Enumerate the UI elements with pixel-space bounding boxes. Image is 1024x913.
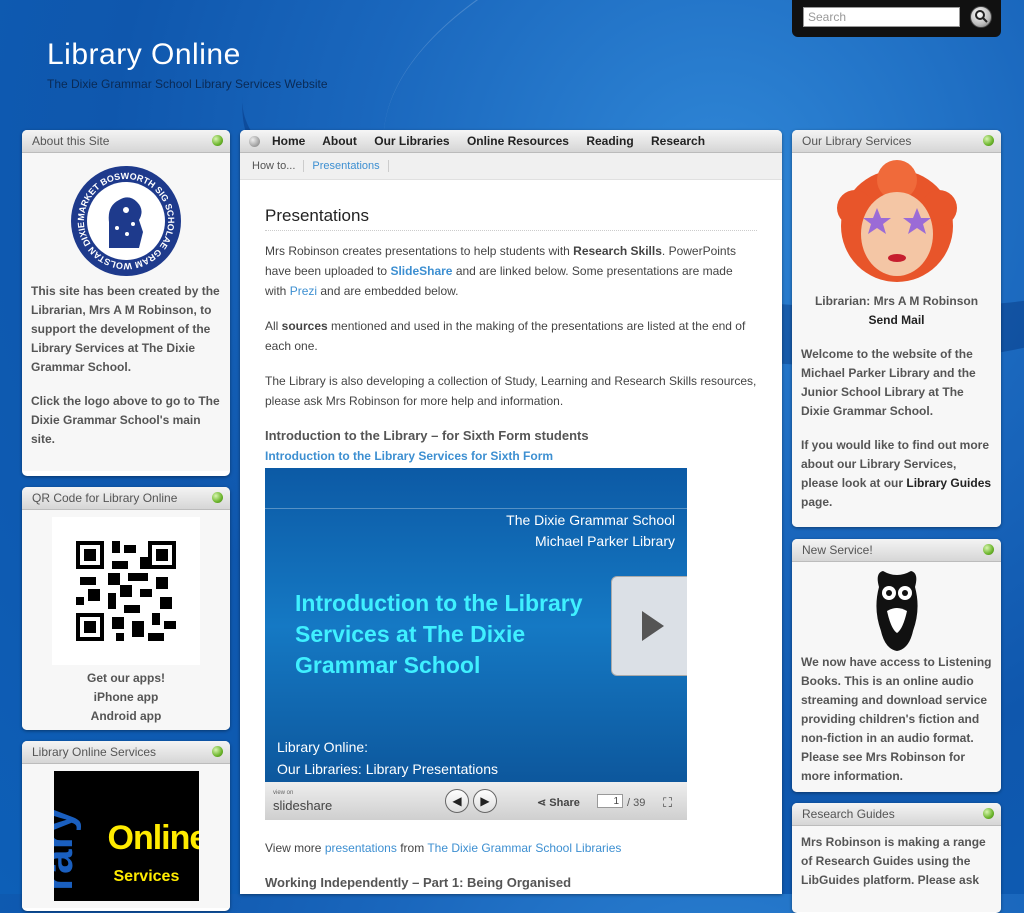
- search-input[interactable]: [803, 7, 960, 27]
- logo-word-rary: rary: [53, 807, 82, 891]
- nav-reading[interactable]: Reading: [586, 134, 633, 148]
- nav-our-libraries[interactable]: Our Libraries: [374, 134, 449, 148]
- panel-header: New Service!: [792, 539, 1001, 562]
- about-logo-hint: Click the logo above to go to The Dixie …: [31, 394, 220, 446]
- view-more-line: View more presentations from The Dixie G…: [265, 841, 622, 855]
- share-icon: ⋖: [537, 797, 547, 809]
- slideshare-logo[interactable]: view on slideshare: [273, 790, 332, 816]
- search-bar: [792, 0, 1001, 37]
- guides-text: If you would like to find out more about…: [801, 438, 992, 509]
- logo-word-services: Services: [113, 868, 180, 885]
- new-service-text: We now have access to Listening Books. T…: [801, 655, 992, 783]
- next-slide-button[interactable]: ▶: [473, 789, 497, 813]
- panel-title: About this Site: [32, 134, 110, 148]
- listening-books-owl-logo[interactable]: [873, 569, 921, 653]
- page-total: / 39: [627, 797, 646, 809]
- qr-panel: QR Code for Library Online Get our apps!…: [22, 487, 230, 730]
- owl-icon: [875, 571, 918, 651]
- research-guides-panel: Research Guides Mrs Robinson is making a…: [792, 803, 1001, 913]
- new-service-panel: New Service! We now have access to Liste…: [792, 539, 1001, 792]
- slide-footer-1: Library Online:: [277, 739, 369, 755]
- librarian-avatar: [833, 160, 961, 288]
- lion-icon: [108, 197, 143, 248]
- sources-paragraph: All sources mentioned and used in the ma…: [265, 319, 746, 353]
- page-number-input[interactable]: 1: [597, 794, 623, 808]
- status-dot-icon: [983, 808, 994, 819]
- search-button[interactable]: [970, 6, 992, 28]
- panel-header: Library Online Services: [22, 741, 230, 764]
- presentations-link[interactable]: presentations: [325, 841, 397, 855]
- panel-title: Our Library Services: [802, 134, 912, 148]
- prezi-link[interactable]: Prezi: [290, 284, 317, 298]
- play-button[interactable]: [611, 576, 687, 676]
- chevron-left-icon: ◀: [452, 794, 462, 808]
- intro-paragraph: Mrs Robinson creates presentations to he…: [265, 244, 736, 298]
- qr-code-icon: [76, 541, 176, 641]
- share-button[interactable]: ⋖ Share: [537, 793, 580, 813]
- slide-footer-2: Our Libraries: Library Presentations: [277, 761, 498, 777]
- breadcrumb: How to... Presentations: [240, 153, 782, 180]
- play-icon: [642, 611, 664, 641]
- nav-dot-icon: [249, 136, 260, 147]
- nav-research[interactable]: Research: [651, 134, 705, 148]
- status-dot-icon: [983, 544, 994, 555]
- panel-header: QR Code for Library Online: [22, 487, 230, 510]
- status-dot-icon: [212, 746, 223, 757]
- librarian-name: Librarian: Mrs A M Robinson: [814, 294, 979, 308]
- school-libraries-link[interactable]: The Dixie Grammar School Libraries: [427, 841, 621, 855]
- page-title: Presentations: [265, 206, 757, 231]
- panel-title: New Service!: [802, 543, 873, 557]
- slideshare-link[interactable]: SlideShare: [390, 264, 452, 278]
- breadcrumb-separator: [303, 160, 305, 173]
- chevron-right-icon: ▶: [480, 794, 490, 808]
- about-panel: About this Site MARKET BOSWORTH SIG SCHO…: [22, 130, 230, 476]
- collection-paragraph: The Library is also developing a collect…: [265, 374, 757, 408]
- player-controls: view on slideshare ◀ ▶ ⋖ Share 1 / 39 ⛶: [265, 782, 687, 820]
- nav-online-resources[interactable]: Online Resources: [467, 134, 569, 148]
- presentation-link[interactable]: Introduction to the Library Services for…: [265, 446, 757, 466]
- welcome-text: Welcome to the website of the Michael Pa…: [801, 347, 976, 418]
- main-nav: Home About Our Libraries Online Resource…: [240, 130, 782, 153]
- site-title[interactable]: Library Online: [47, 38, 241, 72]
- status-dot-icon: [212, 492, 223, 503]
- section-heading: Working Independently – Part 1: Being Or…: [265, 875, 572, 890]
- research-guides-text: Mrs Robinson is making a range of Resear…: [801, 835, 986, 887]
- library-online-services-panel: Library Online Services rary Online Serv…: [22, 741, 230, 911]
- qr-code-image[interactable]: [52, 517, 200, 665]
- nav-about[interactable]: About: [322, 134, 357, 148]
- section-heading: Introduction to the Library – for Sixth …: [265, 428, 589, 443]
- iphone-app-link[interactable]: iPhone app: [31, 688, 221, 707]
- fullscreen-icon[interactable]: ⛶: [663, 793, 672, 813]
- previous-slide-button[interactable]: ◀: [445, 789, 469, 813]
- about-text: This site has been created by the Librar…: [31, 284, 220, 374]
- panel-title: Research Guides: [802, 807, 895, 821]
- panel-title: Library Online Services: [32, 745, 157, 759]
- school-logo[interactable]: MARKET BOSWORTH SIG SCHOLAE GRAM WOLSTAN…: [71, 166, 181, 276]
- android-app-link[interactable]: Android app: [31, 707, 221, 726]
- panel-header: About this Site: [22, 130, 230, 153]
- slide-title: Introduction to the Library Services at …: [295, 590, 583, 678]
- library-online-logo[interactable]: rary Online Services: [53, 771, 199, 901]
- panel-header: Research Guides: [792, 803, 1001, 826]
- main-content-panel: Home About Our Libraries Online Resource…: [240, 130, 782, 894]
- search-icon: [975, 9, 988, 23]
- our-library-services-panel: Our Library Services Librarian: Mrs A M …: [792, 130, 1001, 527]
- panel-title: QR Code for Library Online: [32, 491, 178, 505]
- apps-heading: Get our apps!: [86, 671, 165, 685]
- send-mail-link[interactable]: Send Mail: [801, 311, 992, 330]
- logo-word-online: Online: [107, 819, 199, 857]
- breadcrumb-current[interactable]: Presentations: [312, 160, 379, 172]
- slideshare-embed[interactable]: The Dixie Grammar School Michael Parker L…: [265, 468, 687, 820]
- site-subtitle: The Dixie Grammar School Library Service…: [47, 77, 328, 91]
- slide-school: The Dixie Grammar School: [506, 512, 675, 528]
- slide-library: Michael Parker Library: [534, 533, 675, 549]
- status-dot-icon: [983, 135, 994, 146]
- library-guides-link[interactable]: Library Guides: [906, 476, 991, 490]
- breadcrumb-separator: [387, 160, 389, 173]
- status-dot-icon: [212, 135, 223, 146]
- panel-header: Our Library Services: [792, 130, 1001, 153]
- nav-home[interactable]: Home: [272, 134, 305, 148]
- breadcrumb-parent[interactable]: How to...: [252, 160, 295, 172]
